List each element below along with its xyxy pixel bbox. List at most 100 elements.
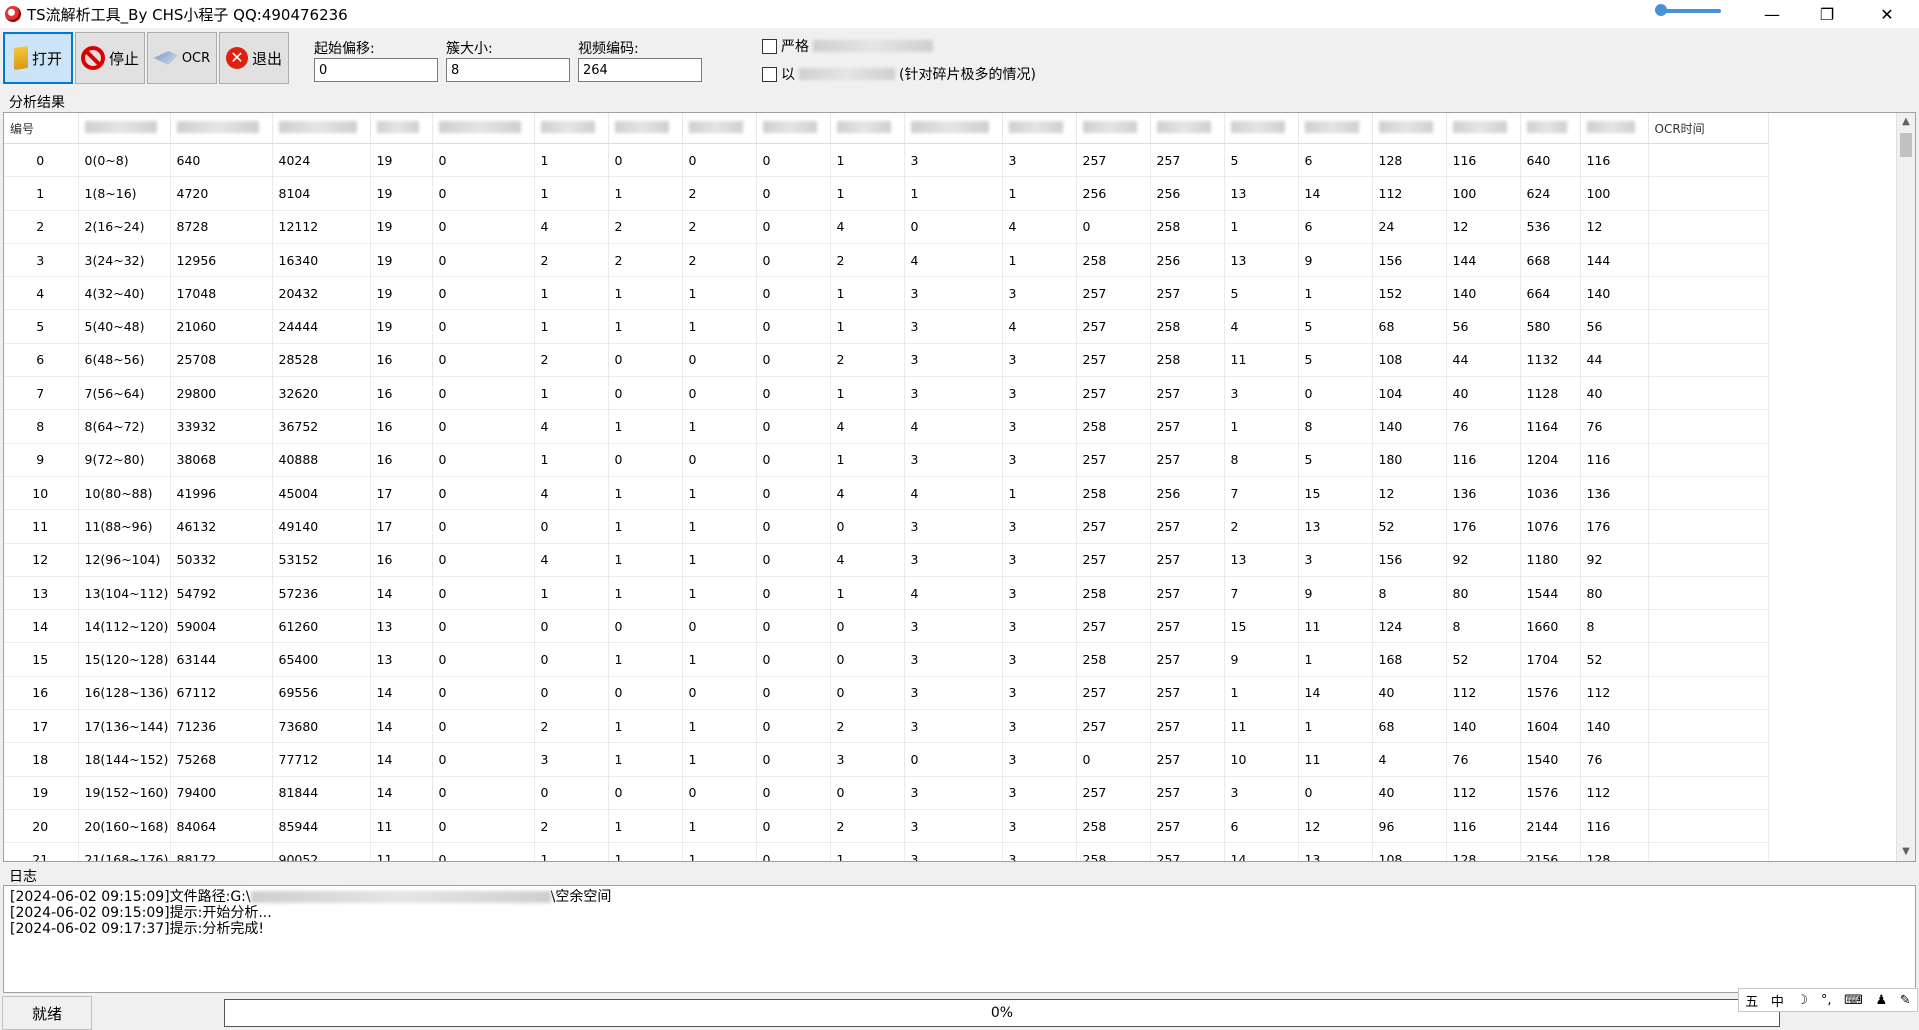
stop-button[interactable]: 停止 [75, 32, 145, 84]
cluster-size-input[interactable] [446, 58, 570, 82]
ocr-button[interactable]: OCR [147, 32, 217, 84]
table-row[interactable]: 7 7(56~64) 29800 32620 16 0 1 0 0 0 1 3 3 257 257 3 0 104… [4, 376, 1769, 411]
table-cell: 1 [1224, 210, 1299, 244]
table-cell: 108 [1372, 842, 1447, 861]
table-row[interactable]: 9 9(72~80) 38068 40888 16 0 1 0 0 0 1 3 3 257 257 8 5 180… [4, 443, 1769, 477]
scroll-up-icon[interactable]: ▲ [1897, 113, 1915, 131]
scroll-down-icon[interactable]: ▼ [1897, 843, 1915, 861]
table-cell: 536 [1520, 210, 1581, 244]
table-row[interactable]: 5 5(40~48) 21060 24444 19 0 1 1 1 0 1 3 4 257 258 4 5 68 5… [4, 309, 1769, 344]
table-cell [1648, 210, 1769, 244]
column-header[interactable] [1298, 113, 1373, 144]
table-cell: 0(0~8) [78, 143, 171, 178]
table-cell: 1 [1002, 243, 1077, 278]
start-offset-input[interactable] [314, 58, 438, 82]
column-header[interactable] [1372, 113, 1447, 144]
ime-item-icon[interactable]: ☽ [1797, 993, 1809, 1008]
fragment-checkbox[interactable]: 以 (针对碎片极多的情况) [762, 64, 1036, 84]
table-row[interactable]: 3 3(24~32) 12956 16340 19 0 2 2 2 0 2 4 1 258 256 13 9 15… [4, 243, 1769, 278]
column-header[interactable] [1224, 113, 1299, 144]
table-cell: 0 [432, 709, 535, 744]
column-header[interactable] [682, 113, 757, 144]
column-header[interactable] [608, 113, 683, 144]
table-cell: 0 [756, 443, 831, 477]
column-header[interactable] [1520, 113, 1581, 144]
redacted-header [1452, 120, 1507, 133]
table-row[interactable]: 21 21(168~176) 88172 90052 11 0 1 1 1 0 1 3 3 258 257 1… [4, 842, 1769, 861]
table-row[interactable]: 4 4(32~40) 17048 20432 19 0 1 1 1 0 1 3 3 257 257 5 1 152… [4, 276, 1769, 311]
column-header[interactable] [1150, 113, 1225, 144]
strict-checkbox[interactable]: 严格 [762, 36, 933, 56]
column-header[interactable]: 编号 [4, 113, 79, 144]
table-cell: 0 [1076, 742, 1151, 777]
table-row[interactable]: 20 20(160~168) 84064 85944 11 0 2 1 1 0 2 3 3 258 257 6… [4, 809, 1769, 844]
table-cell: 68 [1372, 709, 1447, 744]
ime-item-icon[interactable]: ⌨ [1844, 993, 1863, 1008]
log-panel[interactable]: [2024-06-02 09:15:09]文件路径:G:\ \空余空间 [2024… [3, 885, 1916, 993]
table-cell: 8104 [272, 176, 371, 211]
close-button[interactable]: ✕ [1864, 0, 1910, 28]
column-header[interactable] [170, 113, 273, 144]
table-row[interactable]: 2 2(16~24) 8728 12112 19 0 4 2 2 0 4 0 4 0 258 1 6 24 12 53… [4, 210, 1769, 244]
column-header[interactable] [272, 113, 371, 144]
table-cell: 14(112~120) [78, 609, 171, 644]
ime-toolbar[interactable]: 五中 ☽ °, ⌨ ♟ ✎ [1738, 988, 1918, 1012]
minimize-button[interactable]: — [1749, 0, 1795, 28]
open-button[interactable]: 打开 [3, 32, 73, 84]
table-cell: 11 [370, 842, 433, 861]
table-row[interactable]: 16 16(128~136) 67112 69556 14 0 0 0 0 0 0 3 3 257 257 1… [4, 676, 1769, 711]
table-cell: 76 [1446, 409, 1521, 444]
table-row[interactable]: 6 6(48~56) 25708 28528 16 0 2 0 0 0 2 3 3 257 258 11 5 10… [4, 343, 1769, 378]
table-cell: 59004 [170, 609, 273, 644]
column-header[interactable] [1002, 113, 1077, 144]
table-row[interactable]: 0 0(0~8) 640 4024 19 0 1 0 0 0 1 3 3 257 257 5 6 128 116 64… [4, 143, 1769, 178]
column-header[interactable] [78, 113, 171, 144]
table-row[interactable]: 19 19(152~160) 79400 81844 14 0 0 0 0 0 0 3 3 257 257 3… [4, 776, 1769, 810]
table-cell: 13 [1224, 176, 1299, 211]
column-header[interactable] [830, 113, 905, 144]
column-header[interactable] [904, 113, 1003, 144]
results-grid[interactable]: 编号 OCR时间 0 0(0~8) 640 4024 19 0 1 0 0 0 1 3 3 257 257 5 6… [3, 112, 1916, 862]
table-cell: 0 [608, 443, 683, 477]
table-row[interactable]: 11 11(88~96) 46132 49140 17 0 0 1 1 0 0 3 3 257 257 2 13… [4, 509, 1769, 544]
table-row[interactable]: 18 18(144~152) 75268 77712 14 0 3 1 1 0 3 0 3 0 257 10 1… [4, 742, 1769, 777]
column-header[interactable] [432, 113, 535, 144]
ime-item-icon[interactable]: °, [1821, 993, 1832, 1008]
column-header[interactable]: OCR时间 [1648, 113, 1769, 144]
video-codec-input[interactable] [578, 58, 702, 82]
table-row[interactable]: 1 1(8~16) 4720 8104 19 0 1 1 2 0 1 1 1 256 256 13 14 112 1… [4, 176, 1769, 211]
scroll-thumb[interactable] [1900, 133, 1912, 157]
table-row[interactable]: 8 8(64~72) 33932 36752 16 0 4 1 1 0 4 4 3 258 257 1 8 140… [4, 409, 1769, 444]
ime-item-icon[interactable]: ♟ [1875, 993, 1887, 1008]
ime-item-icon[interactable]: 中 [1771, 991, 1784, 1010]
ime-item-icon[interactable]: ✎ [1900, 993, 1911, 1008]
table-row[interactable]: 10 10(80~88) 41996 45004 17 0 4 1 1 0 4 4 1 258 256 7 15… [4, 476, 1769, 511]
table-cell: 40 [1372, 776, 1447, 810]
table-row[interactable]: 12 12(96~104) 50332 53152 16 0 4 1 1 0 4 3 3 257 257 13… [4, 543, 1769, 577]
checkbox-box[interactable] [762, 66, 777, 82]
checkbox-box[interactable] [762, 38, 777, 54]
table-cell: 257 [1150, 576, 1225, 611]
log-line: [2024-06-02 09:17:37]提示:分析完成! [10, 921, 264, 937]
table-row[interactable]: 14 14(112~120) 59004 61260 13 0 0 0 0 0 0 3 3 257 257 1… [4, 609, 1769, 644]
maximize-button[interactable]: ❐ [1804, 0, 1850, 28]
table-row[interactable]: 13 13(104~112) 54792 57236 14 0 1 1 1 0 1 4 3 258 257 7… [4, 576, 1769, 611]
table-cell: 258 [1076, 842, 1151, 861]
table-cell: 77712 [272, 742, 371, 777]
column-header[interactable] [756, 113, 831, 144]
column-header[interactable] [370, 113, 433, 144]
table-cell: 144 [1580, 243, 1649, 278]
table-cell: 257 [1150, 709, 1225, 744]
column-header[interactable] [1076, 113, 1151, 144]
table-cell: 1 [830, 443, 905, 477]
column-header[interactable] [534, 113, 609, 144]
column-header[interactable] [1446, 113, 1521, 144]
table-cell: 3 [904, 543, 1003, 577]
column-header[interactable] [1580, 113, 1649, 144]
ime-item-icon[interactable]: 五 [1745, 991, 1758, 1010]
vertical-scrollbar[interactable]: ▲ ▼ [1896, 113, 1915, 861]
exit-button[interactable]: ✕ 退出 [219, 32, 289, 84]
opacity-slider[interactable] [1655, 4, 1723, 16]
table-row[interactable]: 15 15(120~128) 63144 65400 13 0 0 1 1 0 0 3 3 258 257 9… [4, 642, 1769, 677]
table-row[interactable]: 17 17(136~144) 71236 73680 14 0 2 1 1 0 2 3 3 257 257 1… [4, 709, 1769, 744]
